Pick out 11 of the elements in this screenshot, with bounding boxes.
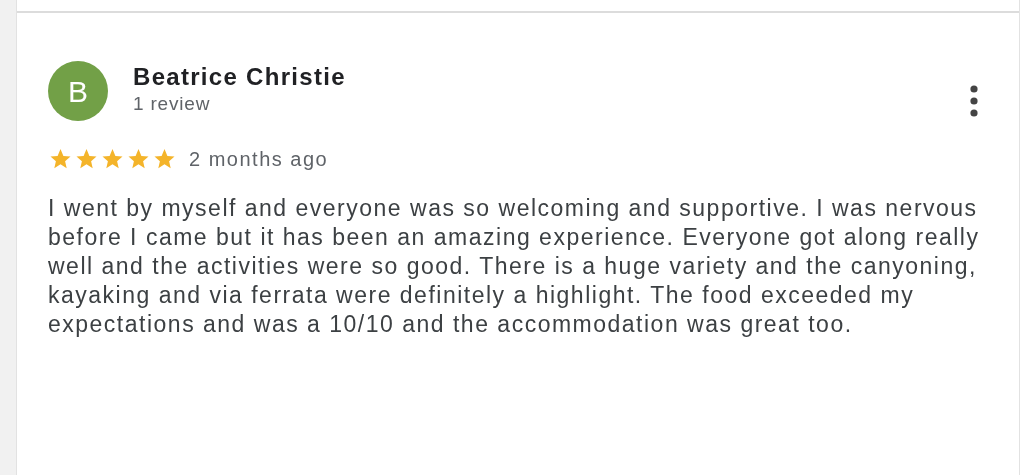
- star-icon: [126, 147, 151, 171]
- review-count: 1 review: [133, 92, 212, 116]
- avatar: B: [48, 61, 108, 121]
- more-options-icon[interactable]: [969, 85, 979, 117]
- star-icon: [48, 147, 73, 171]
- star-icon: [100, 147, 125, 171]
- review-text: I went by myself and everyone was so welcoming and supportive. I was nervous before I came but it has been an amazing experience. Everyone got along really well and the activities were so good. There is a huge variety and the canyoning, kayaking and via ferrata were definitely a highlight. The food exceeded my expectations and was a 10/10 and the accommodation was great too.: [47, 194, 981, 339]
- star-icon: [152, 147, 177, 171]
- review-date: 2 months ago: [189, 147, 329, 172]
- author-name[interactable]: Beatrice Christie: [133, 63, 969, 91]
- star-icon: [74, 147, 99, 171]
